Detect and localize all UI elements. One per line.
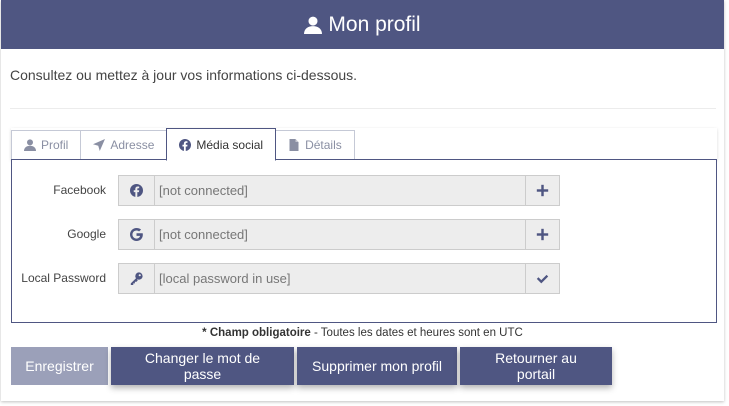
plus-icon: [536, 228, 549, 241]
tab-bar: Profil Adresse Média social Détails: [11, 128, 355, 161]
facebook-field[interactable]: [not connected]: [155, 176, 525, 205]
google-label: Google: [67, 227, 106, 241]
google-input-group: [not connected]: [118, 219, 560, 250]
change-password-button[interactable]: Changer le mot de passe: [111, 347, 294, 385]
facebook-row: Facebook [not connected]: [12, 175, 718, 207]
local-password-status-button[interactable]: [525, 264, 559, 293]
tab-profil[interactable]: Profil: [11, 130, 81, 160]
facebook-addon: [119, 176, 155, 205]
local-password-addon: [119, 264, 155, 293]
check-icon: [536, 274, 549, 284]
tab-adresse[interactable]: Adresse: [80, 130, 167, 160]
local-password-input-group: [local password in use]: [118, 263, 560, 294]
utc-note: - Toutes les dates et heures sont en UTC: [310, 327, 523, 339]
delete-profile-button[interactable]: Supprimer mon profil: [297, 347, 457, 385]
action-buttons: Enregistrer Changer le mot de passe Supp…: [11, 347, 612, 385]
facebook-icon: [179, 138, 192, 151]
google-connect-button[interactable]: [525, 220, 559, 249]
facebook-icon: [130, 184, 143, 197]
social-media-panel: Facebook [not connected] Google [not con…: [11, 159, 717, 323]
google-field[interactable]: [not connected]: [155, 220, 525, 249]
page-title: Mon profil: [328, 12, 421, 36]
user-icon: [304, 16, 323, 34]
key-icon: [130, 272, 143, 285]
profile-card: Mon profil Consultez ou mettez à jour vo…: [1, 0, 724, 401]
local-password-label: Local Password: [21, 271, 106, 285]
facebook-label: Facebook: [53, 183, 106, 197]
tab-media-social[interactable]: Média social: [166, 128, 277, 161]
tab-details[interactable]: Détails: [276, 130, 355, 160]
tab-label: Adresse: [110, 138, 155, 152]
facebook-input-group: [not connected]: [118, 175, 560, 206]
footer-note: * Champ obligatoire - Toutes les dates e…: [1, 327, 724, 339]
local-password-row: Local Password [local password in use]: [12, 263, 718, 295]
divider: [10, 108, 716, 109]
user-icon: [24, 139, 36, 151]
plus-icon: [536, 184, 549, 197]
google-addon: [119, 220, 155, 249]
required-field-note: * Champ obligatoire: [202, 327, 311, 339]
back-to-portal-button[interactable]: Retourner au portail: [460, 347, 612, 385]
page-header: Mon profil: [1, 0, 724, 49]
tab-label: Détails: [305, 138, 342, 152]
google-row: Google [not connected]: [12, 219, 718, 251]
location-arrow-icon: [93, 139, 106, 151]
google-icon: [130, 228, 143, 241]
tab-label: Média social: [196, 137, 264, 152]
tab-label: Profil: [41, 138, 69, 152]
intro-text: Consultez ou mettez à jour vos informati…: [10, 67, 358, 83]
file-icon: [289, 139, 299, 151]
local-password-field[interactable]: [local password in use]: [155, 264, 525, 293]
facebook-connect-button[interactable]: [525, 176, 559, 205]
save-button[interactable]: Enregistrer: [11, 347, 108, 385]
